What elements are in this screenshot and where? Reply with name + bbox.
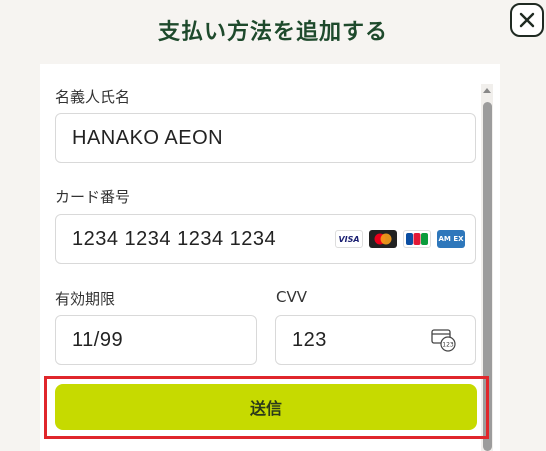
expiry-label: 有効期限 [55, 290, 116, 308]
name-label: 名義人氏名 [55, 88, 131, 106]
cvv-value: 123 [292, 328, 327, 351]
close-button[interactable] [510, 3, 544, 37]
dialog-title: 支払い方法を追加する [157, 20, 388, 45]
amex-icon: AM EX [437, 230, 465, 248]
name-value: HANAKO AEON [72, 126, 224, 149]
expiry-field[interactable]: 11/99 [55, 315, 257, 365]
name-field[interactable]: HANAKO AEON [55, 113, 476, 163]
card-number-label: カード番号 [55, 188, 131, 206]
expiry-value: 11/99 [72, 328, 124, 351]
visa-icon: VISA [335, 230, 363, 248]
chevron-up-icon [483, 88, 491, 93]
cvv-field[interactable]: 123 123 [275, 315, 476, 365]
scroll-up-arrow[interactable] [481, 84, 493, 96]
card-number-value: 1234 1234 1234 1234 [72, 227, 277, 250]
close-icon [519, 12, 535, 28]
cvv-icon-text: 123 [442, 341, 454, 348]
submit-button[interactable]: 送信 [55, 384, 477, 430]
mastercard-icon [369, 230, 397, 248]
card-brand-logos: VISA AM EX [335, 230, 465, 248]
jcb-icon [403, 230, 431, 248]
cvv-card-icon: 123 [431, 329, 456, 352]
cvv-label: CVV [276, 288, 307, 306]
card-number-field[interactable]: 1234 1234 1234 1234 VISA AM EX [55, 214, 476, 264]
